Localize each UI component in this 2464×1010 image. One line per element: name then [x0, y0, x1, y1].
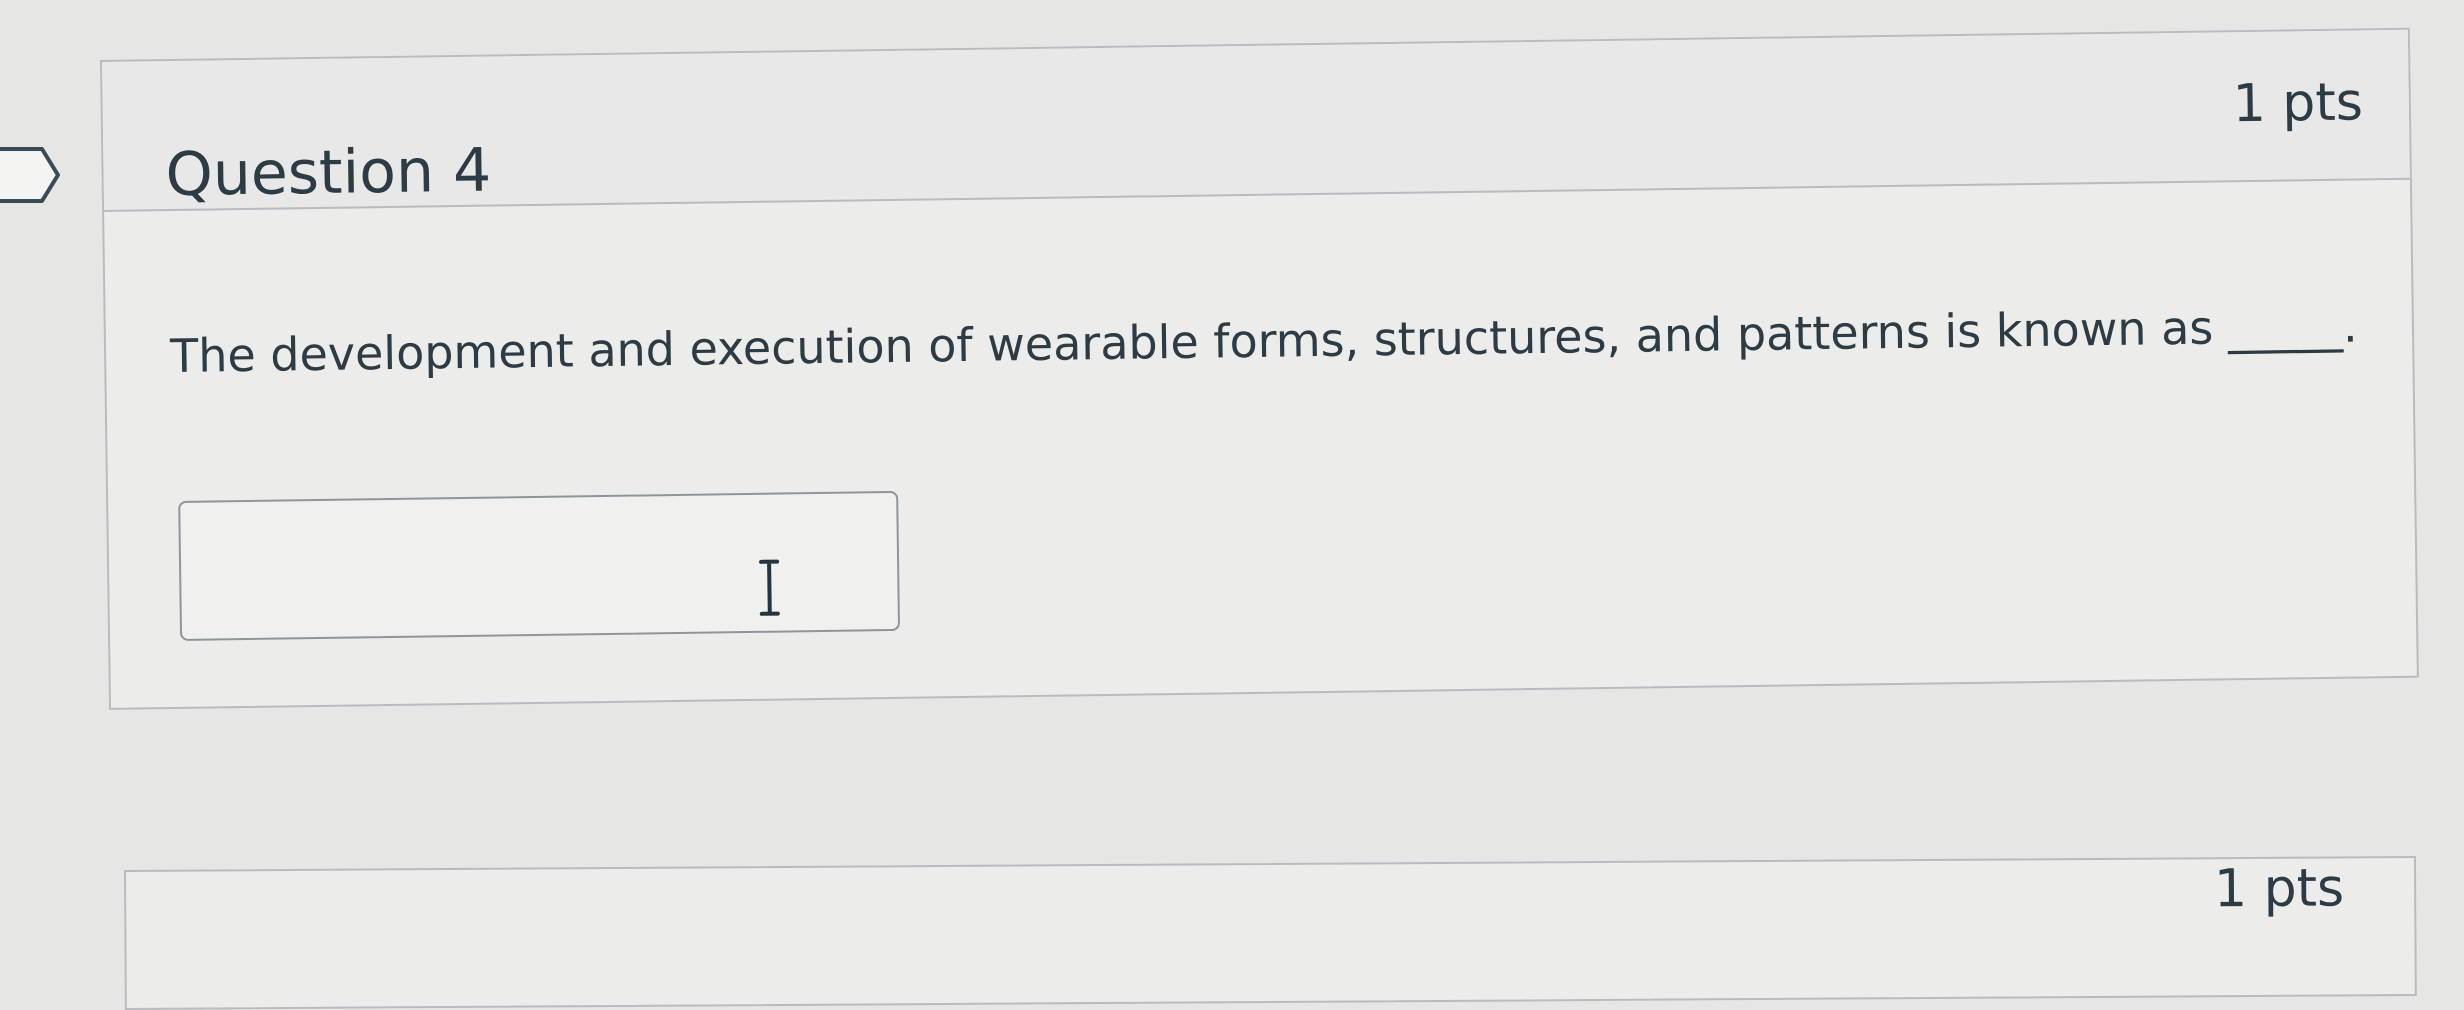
- question-card: Question 4 1 pts The development and exe…: [100, 27, 2419, 710]
- question-header: Question 4 1 pts: [102, 29, 2410, 212]
- answer-input[interactable]: [178, 490, 901, 641]
- text-cursor-icon: [759, 559, 780, 616]
- next-question-card: 1 pts: [124, 855, 2417, 1010]
- question-points: 1 pts: [2232, 72, 2364, 135]
- bookmark-flag-icon[interactable]: [0, 146, 62, 204]
- question-title: Question 4: [165, 135, 492, 211]
- question-text: The development and execution of wearabl…: [169, 298, 2358, 384]
- next-question-points: 1 pts: [2213, 858, 2345, 920]
